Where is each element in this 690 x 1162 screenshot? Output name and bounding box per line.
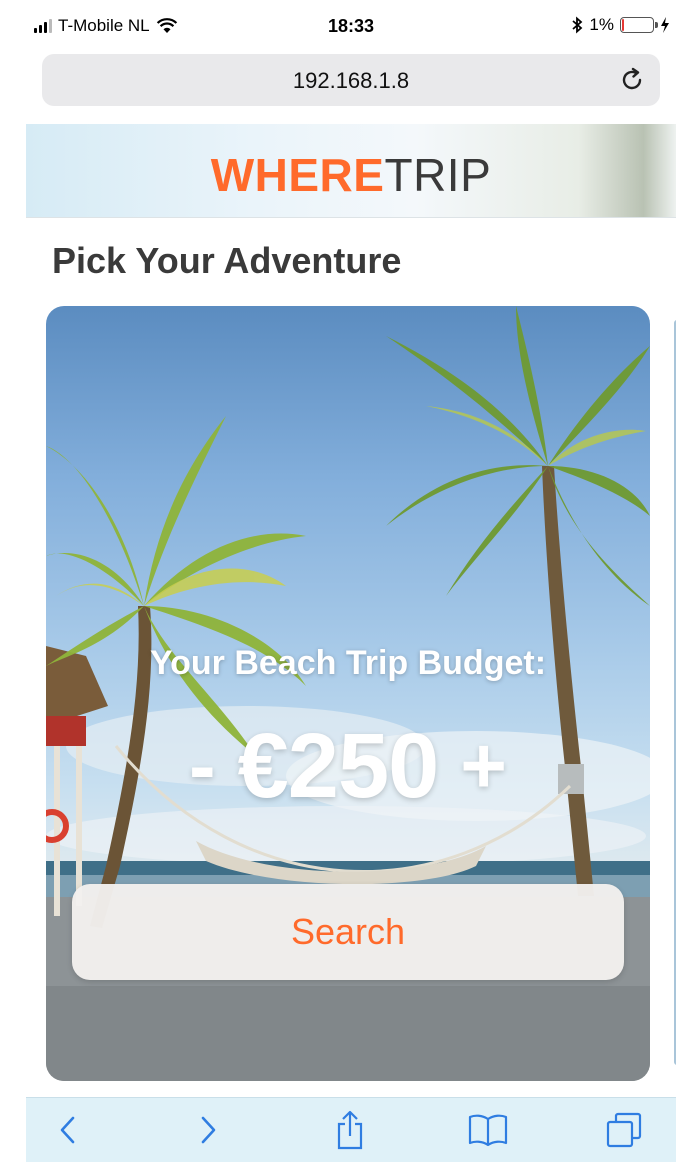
browser-toolbar <box>26 1097 676 1162</box>
bluetooth-icon <box>572 16 583 34</box>
bookmarks-icon <box>468 1114 508 1147</box>
page-title: Pick Your Adventure <box>52 240 402 281</box>
share-button[interactable] <box>330 1110 370 1150</box>
bookmarks-button[interactable] <box>468 1110 508 1150</box>
site-logo[interactable]: WHERETRIP <box>26 148 676 202</box>
logo-where: WHERE <box>210 149 385 201</box>
increase-budget-button[interactable]: + <box>438 726 529 806</box>
battery-icon <box>620 17 658 33</box>
share-icon <box>337 1110 363 1150</box>
forward-icon <box>201 1116 216 1144</box>
battery-percent: 1% <box>589 15 614 34</box>
tabs-button[interactable] <box>604 1110 644 1150</box>
url-text: 192.168.1.8 <box>292 68 410 93</box>
decrease-budget-button[interactable]: - <box>167 726 238 806</box>
logo-trip: TRIP <box>384 149 492 201</box>
tabs-icon <box>606 1112 642 1148</box>
budget-value: €250 <box>237 715 440 817</box>
adventure-card[interactable]: Your Beach Trip Budget: - €250 + Search <box>46 306 650 1081</box>
card-content: Your Beach Trip Budget: - €250 + Search <box>46 306 650 1081</box>
status-bar: T-Mobile NL 18:33 1% <box>26 0 676 52</box>
phone-screen: T-Mobile NL 18:33 1% 192.168.1.8 WHERETR… <box>26 0 676 1162</box>
next-card-peek[interactable] <box>674 320 676 1065</box>
site-header: WHERETRIP <box>26 124 676 218</box>
status-right: 1% <box>571 15 670 35</box>
address-bar[interactable]: 192.168.1.8 <box>42 54 660 106</box>
charging-icon <box>661 17 669 33</box>
battery-level <box>622 19 624 31</box>
budget-stepper: - €250 + <box>46 720 650 812</box>
budget-label: Your Beach Trip Budget: <box>149 644 547 682</box>
forward-button[interactable] <box>188 1110 228 1150</box>
back-button[interactable] <box>48 1110 88 1150</box>
reload-icon[interactable] <box>618 66 646 94</box>
search-button[interactable]: Search <box>72 884 624 980</box>
back-icon <box>60 1116 75 1144</box>
